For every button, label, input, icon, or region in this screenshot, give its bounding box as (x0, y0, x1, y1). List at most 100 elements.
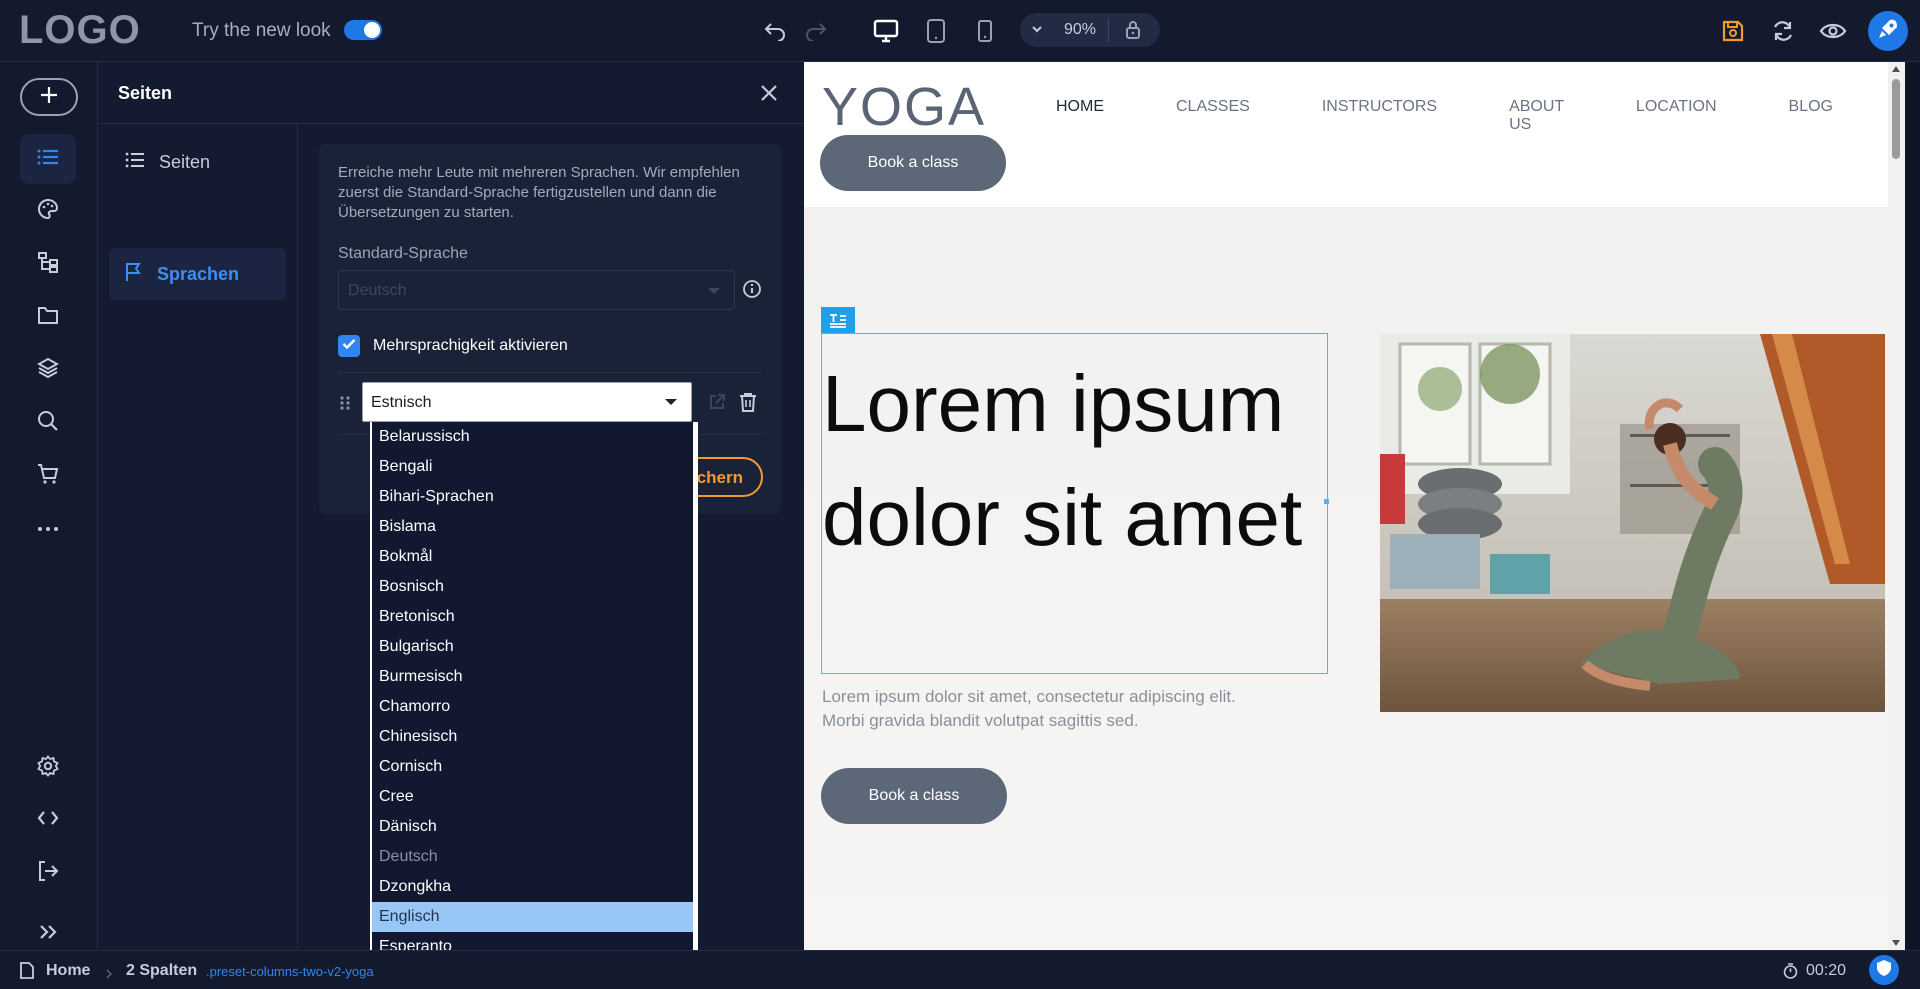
new-look-toggle[interactable] (344, 20, 382, 40)
dropdown-option[interactable]: Bretonisch (372, 602, 696, 632)
lock-icon[interactable] (1124, 20, 1142, 45)
rail-design[interactable] (20, 186, 76, 236)
check-icon (342, 337, 356, 355)
dropdown-scrollbar[interactable] (693, 422, 696, 987)
publish-button[interactable] (1868, 11, 1908, 51)
hero-title[interactable]: Lorem ipsum dolor sit amet (822, 347, 1327, 575)
dropdown-option[interactable]: Burmesisch (372, 662, 696, 692)
multilang-checkbox[interactable] (338, 335, 360, 357)
dropdown-option[interactable]: Dzongkha (372, 872, 696, 902)
default-language-select: Deutsch (338, 270, 735, 310)
page-icon (20, 962, 34, 984)
dropdown-option[interactable]: Cornisch (372, 752, 696, 782)
rail-shop[interactable] (20, 451, 76, 501)
info-icon[interactable] (742, 279, 762, 304)
left-icon-rail (0, 62, 98, 950)
site-nav-classes[interactable]: CLASSES (1176, 98, 1250, 134)
dropdown-option: Deutsch (379, 848, 438, 865)
hero-book-button[interactable]: Book a class (821, 768, 1007, 824)
header-book-button[interactable]: Book a class (820, 135, 1006, 191)
nav-item-label: Seiten (159, 151, 211, 172)
default-language-label: Standard-Sprache (338, 245, 468, 262)
sitemap-icon (37, 251, 59, 278)
dropdown-option[interactable]: Englisch (372, 902, 696, 932)
dropdown-option[interactable]: Bihari-Sprachen (372, 482, 696, 512)
refresh-icon[interactable] (1766, 14, 1800, 48)
drag-handle-icon[interactable] (339, 395, 351, 416)
rail-code[interactable] (20, 795, 76, 845)
site-nav-home[interactable]: HOME (1056, 98, 1104, 134)
tablet-icon[interactable] (919, 14, 953, 48)
add-element-button[interactable] (20, 78, 78, 116)
zoom-control[interactable]: 90% (1020, 13, 1160, 47)
dropdown-option[interactable]: Bislama (372, 512, 696, 542)
dropdown-option[interactable]: Bosnisch (372, 572, 696, 602)
rail-more[interactable] (20, 503, 76, 553)
nav-item-pages[interactable]: Seiten (109, 136, 286, 188)
zoom-divider (1108, 18, 1109, 42)
language-select-value: Estnisch (371, 394, 432, 411)
rail-pages[interactable] (20, 134, 76, 184)
session-timer: 00:20 (1806, 962, 1847, 979)
expand-icon (38, 924, 58, 945)
chevron-down-icon[interactable] (1030, 22, 1044, 41)
external-link-icon[interactable] (708, 393, 726, 416)
scroll-up-icon[interactable] (1892, 66, 1900, 72)
save-icon[interactable] (1716, 14, 1750, 48)
rail-settings[interactable] (20, 743, 76, 793)
shield-icon (1876, 959, 1892, 982)
scroll-down-icon[interactable] (1892, 940, 1900, 946)
site-nav: HOME CLASSES INSTRUCTORS ABOUT US LOCATI… (1056, 98, 1905, 134)
divider (338, 372, 763, 373)
breadcrumb-home[interactable]: Home (46, 962, 90, 980)
dropdown-option[interactable]: Chamorro (372, 692, 696, 722)
dropdown-option[interactable]: Bokmål (372, 542, 696, 572)
close-icon[interactable] (756, 80, 782, 106)
rail-files[interactable] (20, 292, 76, 342)
preview-scrollbar[interactable] (1888, 62, 1905, 950)
dropdown-option[interactable]: Chinesisch (372, 722, 696, 752)
site-nav-instructors[interactable]: INSTRUCTORS (1322, 98, 1437, 134)
pages-list-icon (37, 148, 59, 171)
site-nav-location[interactable]: LOCATION (1636, 98, 1717, 134)
dropdown-option[interactable]: Belarussisch (372, 422, 696, 452)
undo-icon[interactable] (758, 14, 792, 48)
site-logo[interactable]: YOGA (822, 76, 986, 138)
site-nav-blog[interactable]: BLOG (1789, 98, 1833, 134)
language-select[interactable]: Estnisch (362, 382, 692, 422)
status-bar: Home 2 Spalten .preset-columns-two-v2-yo… (0, 950, 1920, 989)
mobile-icon[interactable] (968, 14, 1002, 48)
flag-icon (125, 262, 143, 287)
dropdown-option[interactable]: Cree (372, 782, 696, 812)
panel-nav: Seiten Sprachen (98, 124, 298, 950)
chevron-down-icon (708, 288, 720, 294)
text-block-icon[interactable] (821, 307, 855, 334)
rail-logout[interactable] (20, 848, 76, 898)
multilang-label[interactable]: Mehrsprachigkeit aktivieren (373, 337, 568, 355)
dropdown-option[interactable]: Bengali (372, 452, 696, 482)
code-icon (37, 809, 59, 832)
default-language-value: Deutsch (348, 282, 407, 299)
breadcrumb-columns[interactable]: 2 Spalten (126, 962, 197, 980)
dropdown-option[interactable]: Dänisch (372, 812, 696, 842)
scrollbar-thumb[interactable] (1892, 79, 1900, 159)
security-button[interactable] (1869, 955, 1899, 985)
dropdown-option[interactable]: Bulgarisch (372, 632, 696, 662)
desktop-icon[interactable] (869, 14, 903, 48)
preview-eye-icon[interactable] (1816, 14, 1850, 48)
redo-icon[interactable] (799, 14, 833, 48)
languages-intro: Erreiche mehr Leute mit mehreren Sprache… (338, 164, 740, 221)
nav-item-languages[interactable]: Sprachen (109, 248, 286, 300)
list-icon (125, 152, 145, 173)
rail-layers[interactable] (20, 345, 76, 395)
rail-search[interactable] (20, 398, 76, 448)
try-new-look-label: Try the new look (192, 20, 331, 41)
yoga-photo (1380, 334, 1885, 712)
rail-sitemap[interactable] (20, 239, 76, 289)
layers-icon (36, 357, 60, 384)
site-nav-about[interactable]: ABOUT US (1509, 98, 1564, 134)
site-preview: YOGA HOME CLASSES INSTRUCTORS ABOUT US L… (804, 62, 1905, 950)
trash-icon[interactable] (739, 392, 757, 417)
hero-text[interactable]: Lorem ipsum dolor sit amet, consectetur … (822, 685, 1282, 733)
chevron-down-icon (665, 399, 677, 405)
